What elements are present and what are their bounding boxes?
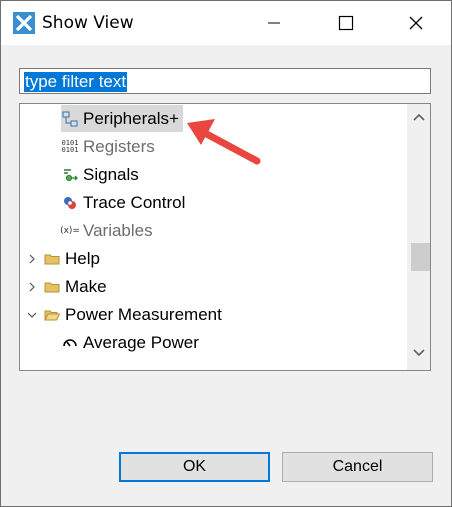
scroll-down-icon[interactable]	[413, 348, 425, 358]
chevron-right-icon	[29, 282, 35, 292]
app-icon	[13, 12, 35, 34]
ok-button[interactable]: OK	[119, 452, 270, 482]
folder-open-icon	[43, 306, 61, 324]
title-bar: Show View	[1, 1, 451, 45]
filter-input[interactable]: type filter text	[19, 68, 431, 94]
chevron-right-icon	[29, 254, 35, 264]
minimize-button[interactable]	[251, 1, 297, 45]
tree-item-peripherals[interactable]: Peripherals+	[61, 105, 183, 132]
annotation-arrow-icon	[187, 119, 261, 165]
maximize-icon	[338, 15, 354, 31]
scroll-up-icon[interactable]	[413, 112, 425, 122]
tree-item-label: Signals	[83, 164, 139, 184]
close-icon	[409, 16, 423, 30]
tree-item-help[interactable]: Help	[43, 245, 100, 272]
tree-item-label: Registers	[83, 136, 155, 156]
tree-item-variables[interactable]: (x)= Variables	[60, 217, 153, 244]
trace-control-icon	[61, 194, 79, 212]
cancel-button[interactable]: Cancel	[282, 452, 433, 482]
show-view-dialog: Show View type filter text Peripherals+ …	[0, 0, 452, 507]
tree-item-power-measurement[interactable]: Power Measurement	[43, 301, 222, 328]
tree-item-registers[interactable]: 0101 0101 Registers	[61, 133, 155, 160]
window-title: Show View	[42, 13, 134, 33]
tree-item-make[interactable]: Make	[43, 273, 107, 300]
tree-item-label: Help	[65, 248, 100, 268]
minimize-icon	[268, 22, 280, 24]
folder-icon	[43, 250, 61, 268]
close-button[interactable]	[393, 1, 439, 45]
tree-item-label: Variables	[83, 220, 153, 240]
signals-icon	[61, 166, 79, 184]
expand-make-chevron[interactable]	[25, 280, 39, 294]
tree-item-label: Average Power	[83, 332, 199, 352]
folder-icon	[43, 278, 61, 296]
scrollbar-thumb[interactable]	[411, 243, 430, 271]
registers-icon: 0101 0101	[61, 138, 79, 154]
tree-item-trace-control[interactable]: Trace Control	[61, 189, 185, 216]
tree-item-label: Make	[65, 276, 107, 296]
tree-item-average-power[interactable]: Average Power	[61, 329, 199, 356]
collapse-power-measurement-chevron[interactable]	[25, 308, 39, 322]
chevron-down-icon	[27, 312, 37, 318]
expand-help-chevron[interactable]	[25, 252, 39, 266]
variables-icon: (x)=	[60, 225, 80, 236]
tree-item-signals[interactable]: Signals	[61, 161, 139, 188]
maximize-button[interactable]	[323, 1, 369, 45]
tree-item-label: Trace Control	[83, 192, 186, 212]
gauge-icon	[61, 334, 79, 352]
tree-scrollbar[interactable]	[407, 104, 430, 370]
peripherals-icon	[61, 110, 79, 128]
tree-item-label: Power Measurement	[65, 304, 222, 324]
tree-item-label: Peripherals+	[83, 108, 179, 128]
filter-input-selected-text: type filter text	[24, 72, 128, 92]
